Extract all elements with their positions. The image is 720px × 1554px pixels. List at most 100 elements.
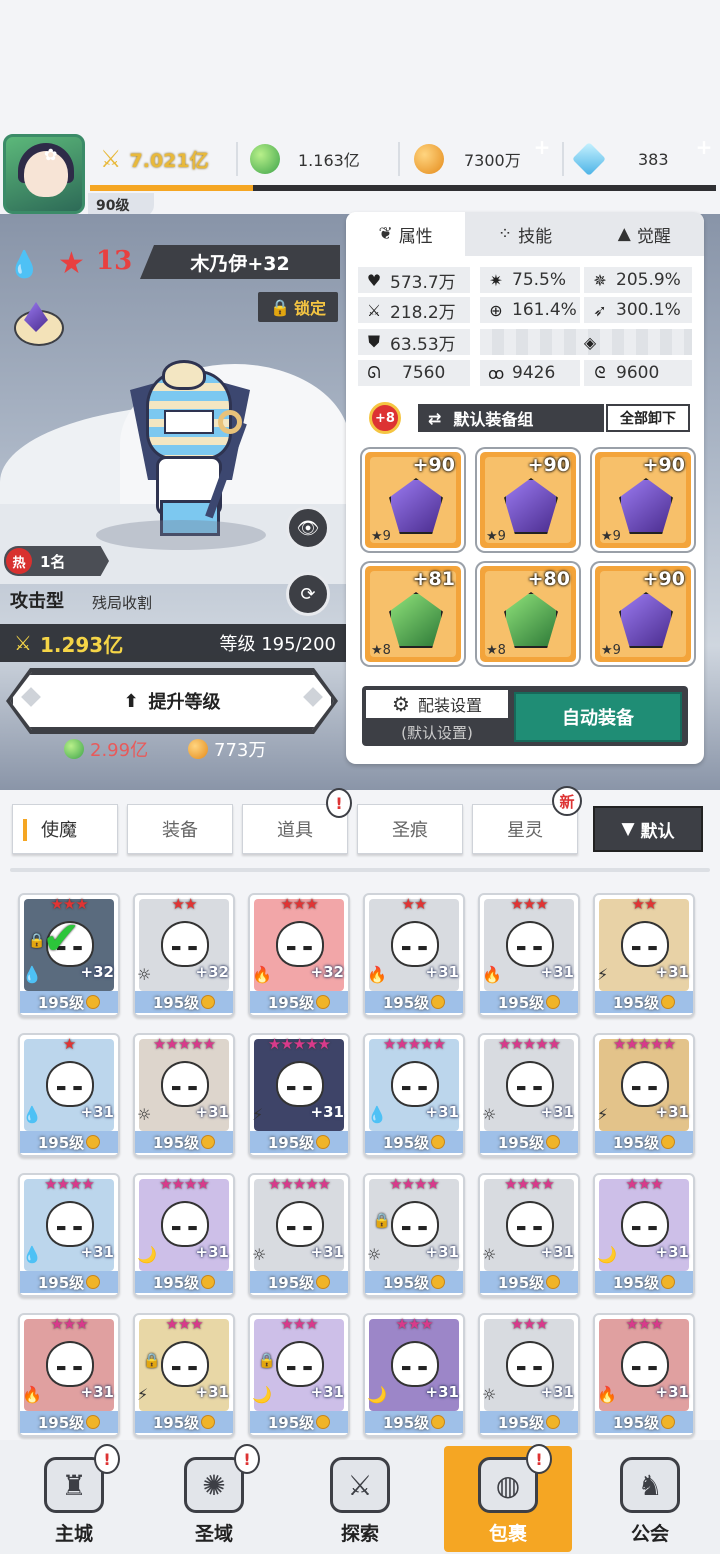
level-text: 195级 (497, 1133, 545, 1152)
enhance-level: +80 (527, 568, 570, 590)
rotate-button[interactable]: ⟳ (286, 572, 330, 616)
swirl-icon: ᘏ (367, 363, 381, 382)
hero-card[interactable]: ▬▬ ★★★ 🔥 +31 195级 (478, 893, 580, 1017)
hero-plus: +31 (655, 963, 689, 981)
hero-card[interactable]: ▬▬ ★★★★★ ⚡ +31 195级 (248, 1033, 350, 1157)
hero-eyes: ▬▬ (286, 1221, 319, 1234)
hero-eyes: ▬▬ (401, 941, 434, 954)
equipment-slot[interactable]: +90 ★9 (362, 449, 464, 551)
nav-label: 探索 (340, 1523, 379, 1545)
tab-familiar[interactable]: 使魔 (12, 804, 118, 854)
level-text: 195级 (497, 1413, 545, 1432)
hero-card[interactable]: ▬▬ ★★★★ 🌙 +31 195级 (133, 1173, 235, 1297)
hero-level-label: 195级 (595, 1411, 693, 1433)
tab-equipment[interactable]: 装备 (127, 804, 233, 854)
level-text: 195级 (382, 1413, 430, 1432)
equip-set-selector[interactable]: ⇄ 默认装备组 (418, 404, 604, 432)
tab-attributes[interactable]: ❦ 属性 (346, 212, 466, 256)
tab-skills[interactable]: ⁘ 技能 (465, 212, 585, 256)
hero-level-label: 195级 (365, 991, 463, 1013)
coin-icon (661, 995, 676, 1009)
hero-card[interactable]: ▬▬ ★★★ 🌙 +31 195级 🔒 (248, 1313, 350, 1437)
speed-icon: ➶ (593, 300, 607, 320)
enhance-level: +90 (412, 454, 455, 476)
hero-card[interactable]: ▬▬ ★★★★ ☼ +31 195级 🔒 (363, 1173, 465, 1297)
hero-level-label: 195级 (480, 1131, 578, 1153)
lock-label: 锁定 (293, 299, 326, 318)
hero-stars: ★★★★ (504, 1175, 555, 1193)
coin-icon (201, 1415, 216, 1429)
popularity-badge[interactable]: 热 1名 (4, 546, 109, 576)
hero-eyes: ▬▬ (631, 1081, 664, 1094)
add-coins-icon[interactable]: + (532, 137, 552, 158)
tab-label: 技能 (518, 226, 553, 247)
tab-awaken[interactable]: ▲ 觉醒 (584, 212, 704, 256)
hero-card[interactable]: ▬▬ ★★★★★ ☼ +31 195级 (248, 1173, 350, 1297)
auto-equip-button[interactable]: 自动装备 (514, 692, 682, 742)
nav-guild[interactable]: ♞ 公会 (590, 1446, 710, 1552)
burst-icon: ✷ (489, 270, 503, 290)
hero-card[interactable]: ▬▬ ★★★ 🔥 +32 195级 (248, 893, 350, 1017)
level-text: 195级 (612, 993, 660, 1012)
hero-card[interactable]: ▬▬ ★★★ 🔥 +31 195级 (593, 1313, 695, 1437)
level-text: 195级 (152, 1133, 200, 1152)
tab-stigma[interactable]: 圣痕 (357, 804, 463, 854)
equipment-stars: ★9 (601, 529, 621, 544)
upgrade-level-button[interactable]: ⬆ 提升等级 (10, 672, 334, 730)
hero-card[interactable]: ▬▬ ★ 💧 +31 195级 (18, 1033, 120, 1157)
hero-stars: ★★ (401, 895, 428, 913)
loadout-settings-button[interactable]: ⚙ 配装设置 (366, 690, 508, 718)
hero-card[interactable]: ▬▬ ★★★★★ ⚡ +31 195级 (593, 1033, 695, 1157)
hero-card[interactable]: ▬▬ ★★★ 💧 +32 195级 🔒 ✔ (18, 893, 120, 1017)
config-label: 配装设置 (417, 696, 482, 715)
hero-card[interactable]: ▬▬ ★★★ ⚡ +31 195级 🔒 (133, 1313, 235, 1437)
hero-card[interactable]: ▬▬ ★★★ 🔥 +31 195级 (18, 1313, 120, 1437)
set-bonus-badge[interactable]: +8 (360, 398, 410, 438)
hero-card[interactable]: ▬▬ ★★★ 🌙 +31 195级 (363, 1313, 465, 1437)
wave-icon: ᘓ (594, 363, 606, 382)
equipment-slot[interactable]: +90 ★9 (592, 563, 694, 665)
hero-card[interactable]: ▬▬ ★★★ 🌙 +31 195级 (593, 1173, 695, 1297)
equipment-stars: ★9 (601, 643, 621, 658)
player-avatar[interactable]: ✿ (3, 134, 85, 214)
gem-display: 383 (572, 140, 694, 178)
hero-level-label: 195级 (20, 1271, 118, 1293)
awaken-icon: ▲ (617, 224, 631, 244)
stat-value: 9600 (616, 363, 660, 383)
equipment-slot[interactable]: +81 ★8 (362, 563, 464, 665)
hero-card[interactable]: ▬▬ ★★★★★ ☼ +31 195级 (478, 1033, 580, 1157)
unequip-all-button[interactable]: 全部卸下 (606, 404, 690, 432)
weapon-type-icon[interactable] (10, 300, 66, 350)
hero-plus: +31 (425, 1383, 459, 1401)
sun-burst-icon: ✵ (593, 270, 607, 290)
hero-card[interactable]: ▬▬ ★★★★★ 💧 +31 195级 (363, 1033, 465, 1157)
equipment-slot[interactable]: +80 ★8 (477, 563, 579, 665)
add-gems-icon[interactable]: + (694, 137, 714, 158)
equipment-slot[interactable]: +90 ★9 (477, 449, 579, 551)
divider (562, 142, 564, 176)
hero-card[interactable]: ▬▬ ★★ ⚡ +31 195级 (593, 893, 695, 1017)
nav-sword[interactable]: ⚔ 探索 (300, 1446, 420, 1552)
hero-eyes: ▬▬ (516, 941, 549, 954)
hero-card[interactable]: ▬▬ ★★★★ ☼ +31 195级 (478, 1173, 580, 1297)
nav-bag[interactable]: ◍ 包裹 (444, 1446, 572, 1552)
coin-icon (86, 1415, 101, 1429)
equipment-slot[interactable]: +90 ★9 (592, 449, 694, 551)
lock-icon: 🔒 (373, 1213, 391, 1229)
hero-card[interactable]: ▬▬ ★★ ☼ +32 195级 (133, 893, 235, 1017)
hero-card[interactable]: ▬▬ ★★★★ 💧 +31 195级 (18, 1173, 120, 1297)
hero-card[interactable]: ▬▬ ★★★★★ ☼ +31 195级 (133, 1033, 235, 1157)
hero-card[interactable]: ▬▬ ★★ 🔥 +31 195级 (363, 893, 465, 1017)
coin-icon (316, 1275, 331, 1289)
hero-plus: +32 (310, 963, 344, 981)
gear-icon: ⚙ (392, 692, 410, 716)
enhance-level: +90 (642, 454, 685, 476)
view-model-button[interactable]: 👁 (286, 506, 330, 550)
hero-eyes: ▬▬ (401, 1081, 434, 1094)
hero-stars: ★★★★★ (267, 1035, 331, 1053)
hero-card[interactable]: ▬▬ ★★★ ☼ +31 195级 (478, 1313, 580, 1437)
hero-eyes: ▬▬ (171, 1361, 204, 1374)
element-icon: ☼ (367, 1245, 382, 1264)
lock-button[interactable]: 🔒 锁定 (258, 292, 338, 322)
sort-button[interactable]: ▼ 默认 (593, 806, 703, 852)
